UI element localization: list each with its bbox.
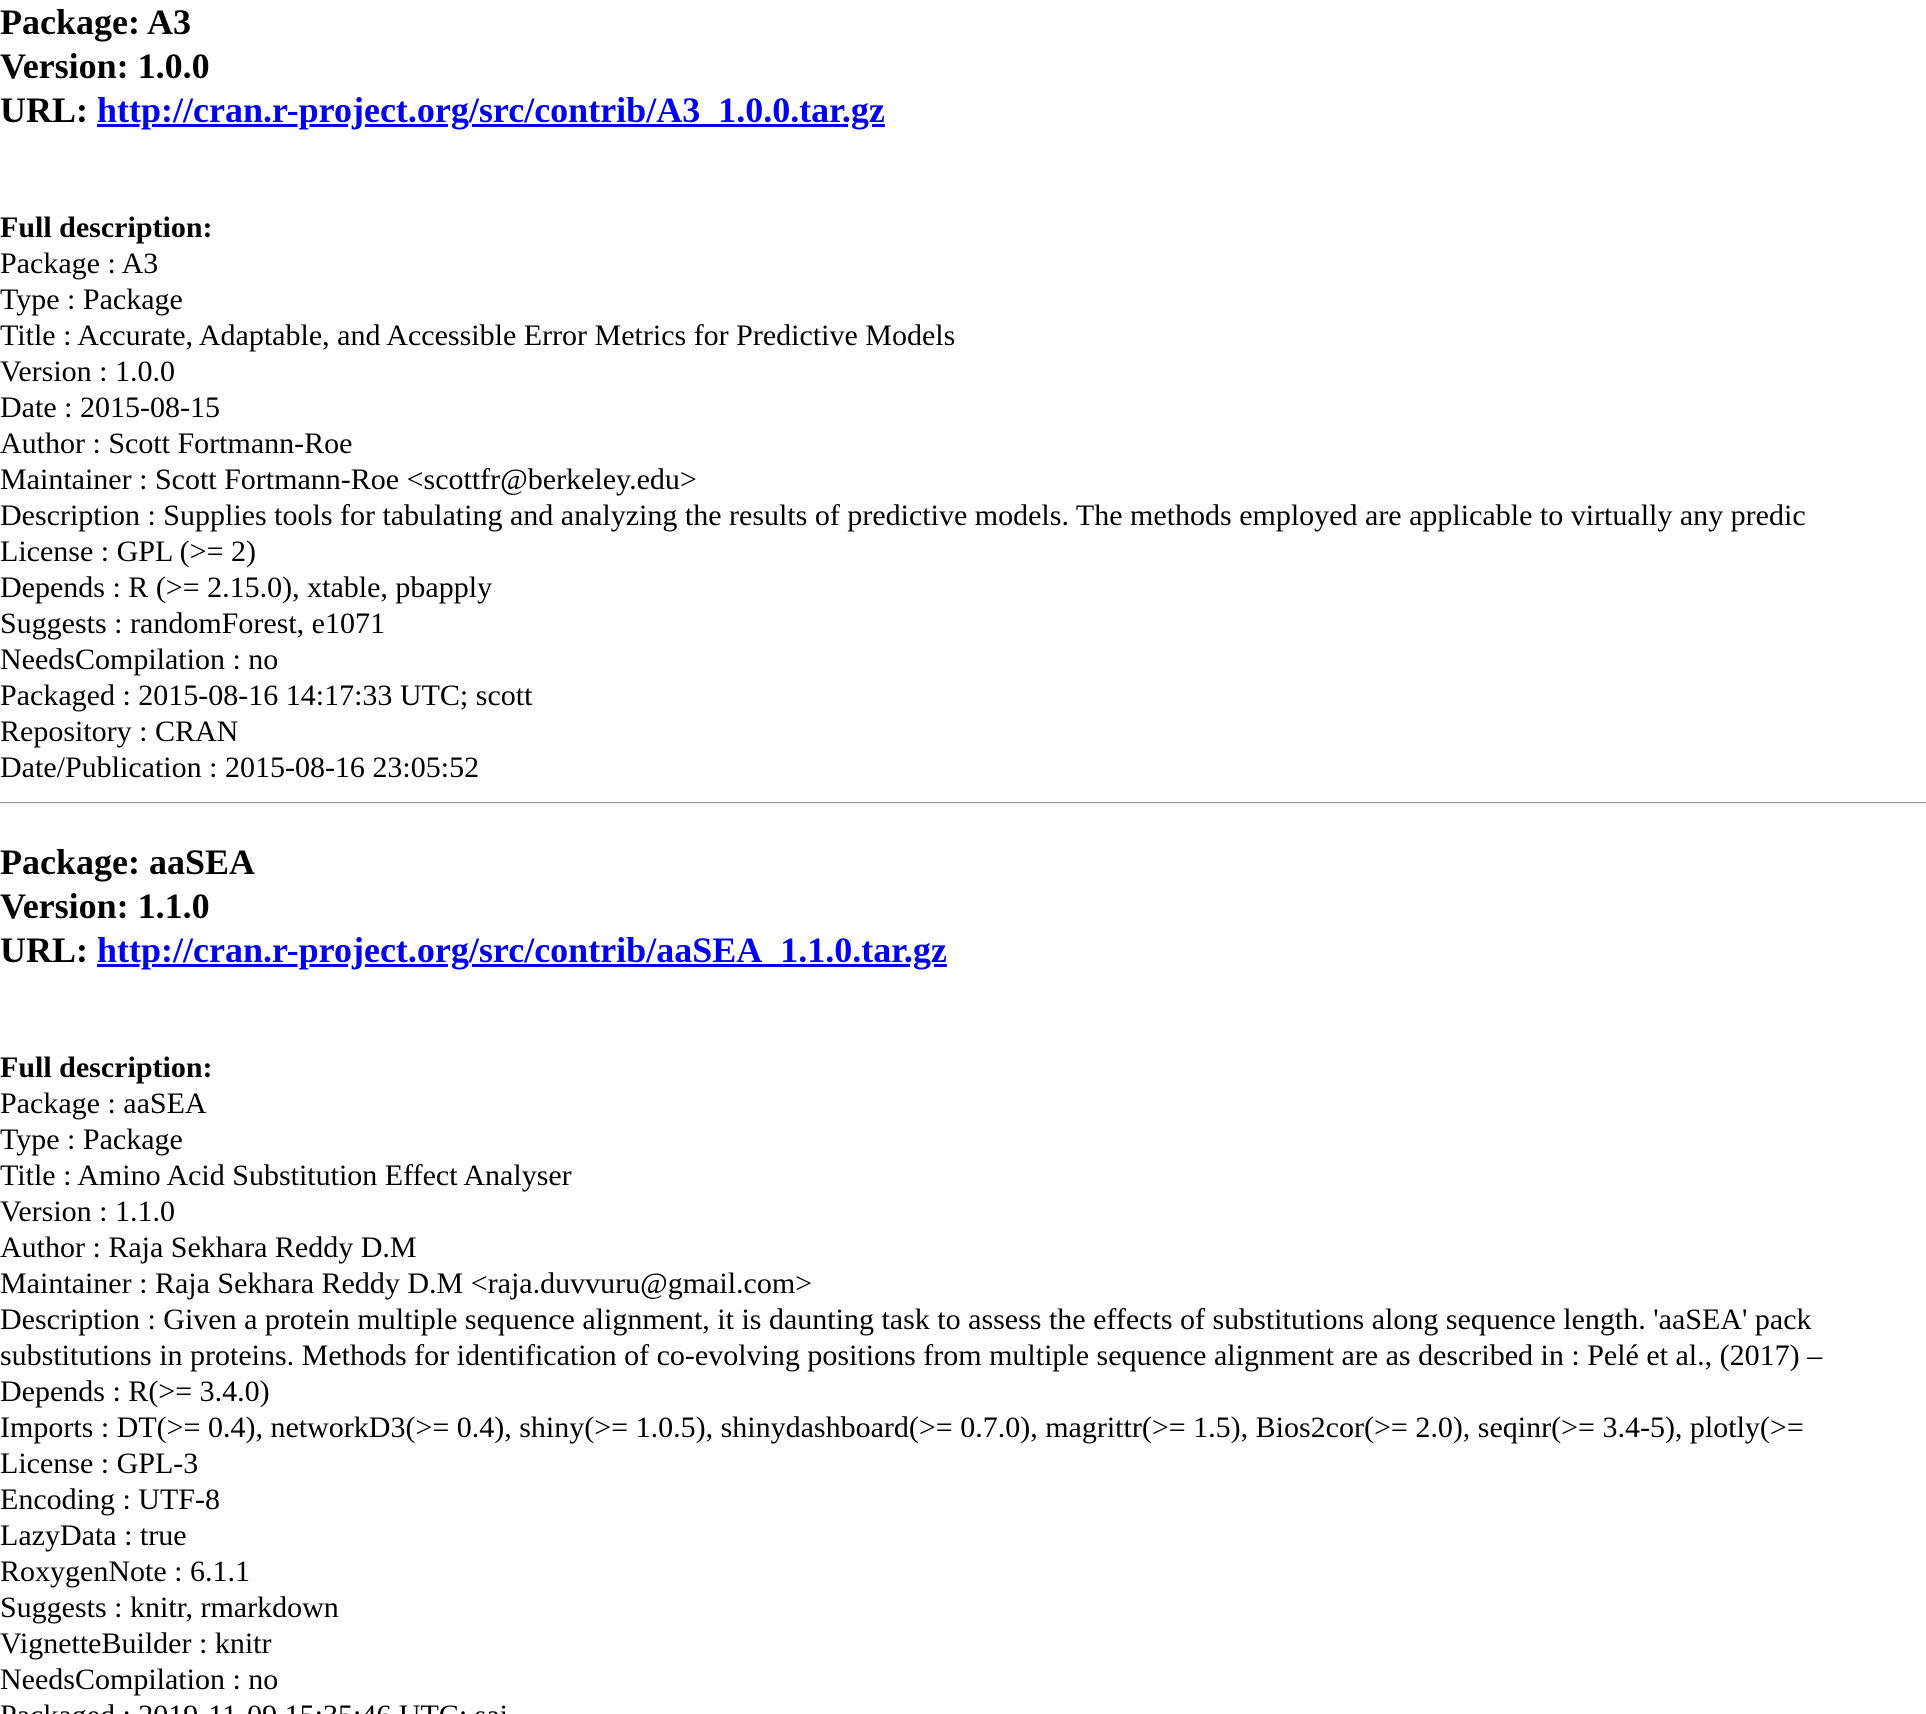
package-name: aaSEA [148,842,255,882]
field-line: Packaged : 2019-11-09 15:35:46 UTC; sai [0,1698,1822,1714]
package-heading: Package: aaSEA [0,840,1926,884]
version-label: Version: [0,46,129,86]
field-line: NeedsCompilation : no [0,643,279,676]
section-divider [0,802,1926,804]
field-line: LazyData : true [0,1519,187,1552]
field-line: Depends : R (>= 2.15.0), xtable, pbapply [0,571,493,604]
url-heading: URL: http://cran.r-project.org/src/contr… [0,928,1926,972]
description-field-list: Package : aaSEA Type : Package Title : A… [0,1086,1822,1714]
field-line: Packaged : 2015-08-16 14:17:33 UTC; scot… [0,679,533,712]
field-line: Maintainer : Scott Fortmann-Roe <scottfr… [0,463,697,496]
package-label: Package: [0,2,140,42]
full-description-label: Full description: [0,211,213,244]
package-label: Package: [0,842,140,882]
field-line: License : GPL-3 [0,1447,199,1480]
version-heading: Version: 1.1.0 [0,884,1926,928]
field-line: Date : 2015-08-15 [0,391,220,424]
field-line: substitutions in proteins. Methods for i… [0,1339,1823,1372]
field-line: Maintainer : Raja Sekhara Reddy D.M <raj… [0,1267,813,1300]
field-line: Imports : DT(>= 0.4), networkD3(>= 0.4),… [0,1411,1804,1444]
version-value: 1.1.0 [137,886,210,926]
field-line: NeedsCompilation : no [0,1663,279,1696]
field-line: License : GPL (>= 2) [0,535,256,568]
url-label: URL: [0,90,88,130]
field-line: Description : Supplies tools for tabulat… [0,499,1806,532]
field-line: Suggests : randomForest, e1071 [0,607,385,640]
field-line: Version : 1.0.0 [0,355,175,388]
package-name: A3 [146,2,191,42]
full-description-label: Full description: [0,1051,213,1084]
field-line: Repository : CRAN [0,715,239,748]
field-line: Package : aaSEA [0,1087,207,1120]
field-line: Title : Accurate, Adaptable, and Accessi… [0,319,956,352]
package-heading: Package: A3 [0,0,1926,44]
package-entry-aasea: Package: aaSEA Version: 1.1.0 URL: http:… [0,840,1926,1714]
field-line: Version : 1.1.0 [0,1195,175,1228]
version-value: 1.0.0 [137,46,210,86]
field-line: Package : A3 [0,247,159,280]
field-line: Depends : R(>= 3.4.0) [0,1375,270,1408]
package-download-link[interactable]: http://cran.r-project.org/src/contrib/aa… [97,930,947,970]
field-line: Type : Package [0,283,183,316]
description-field-list: Package : A3 Type : Package Title : Accu… [0,246,1806,786]
version-heading: Version: 1.0.0 [0,44,1926,88]
field-line: VignetteBuilder : knitr [0,1627,272,1660]
package-download-link[interactable]: http://cran.r-project.org/src/contrib/A3… [97,90,885,130]
field-line: Author : Raja Sekhara Reddy D.M [0,1231,417,1264]
package-listing-page: Package: A3 Version: 1.0.0 URL: http://c… [0,0,1926,1714]
url-heading: URL: http://cran.r-project.org/src/contr… [0,88,1926,132]
field-line: Suggests : knitr, rmarkdown [0,1591,339,1624]
url-label: URL: [0,930,88,970]
field-line: RoxygenNote : 6.1.1 [0,1555,250,1588]
field-line: Encoding : UTF-8 [0,1483,220,1516]
package-entry-a3: Package: A3 Version: 1.0.0 URL: http://c… [0,0,1926,784]
field-line: Author : Scott Fortmann-Roe [0,427,353,460]
field-line: Title : Amino Acid Substitution Effect A… [0,1159,572,1192]
field-line: Type : Package [0,1123,183,1156]
version-label: Version: [0,886,129,926]
field-line: Date/Publication : 2015-08-16 23:05:52 [0,751,480,784]
field-line: Description : Given a protein multiple s… [0,1303,1812,1336]
